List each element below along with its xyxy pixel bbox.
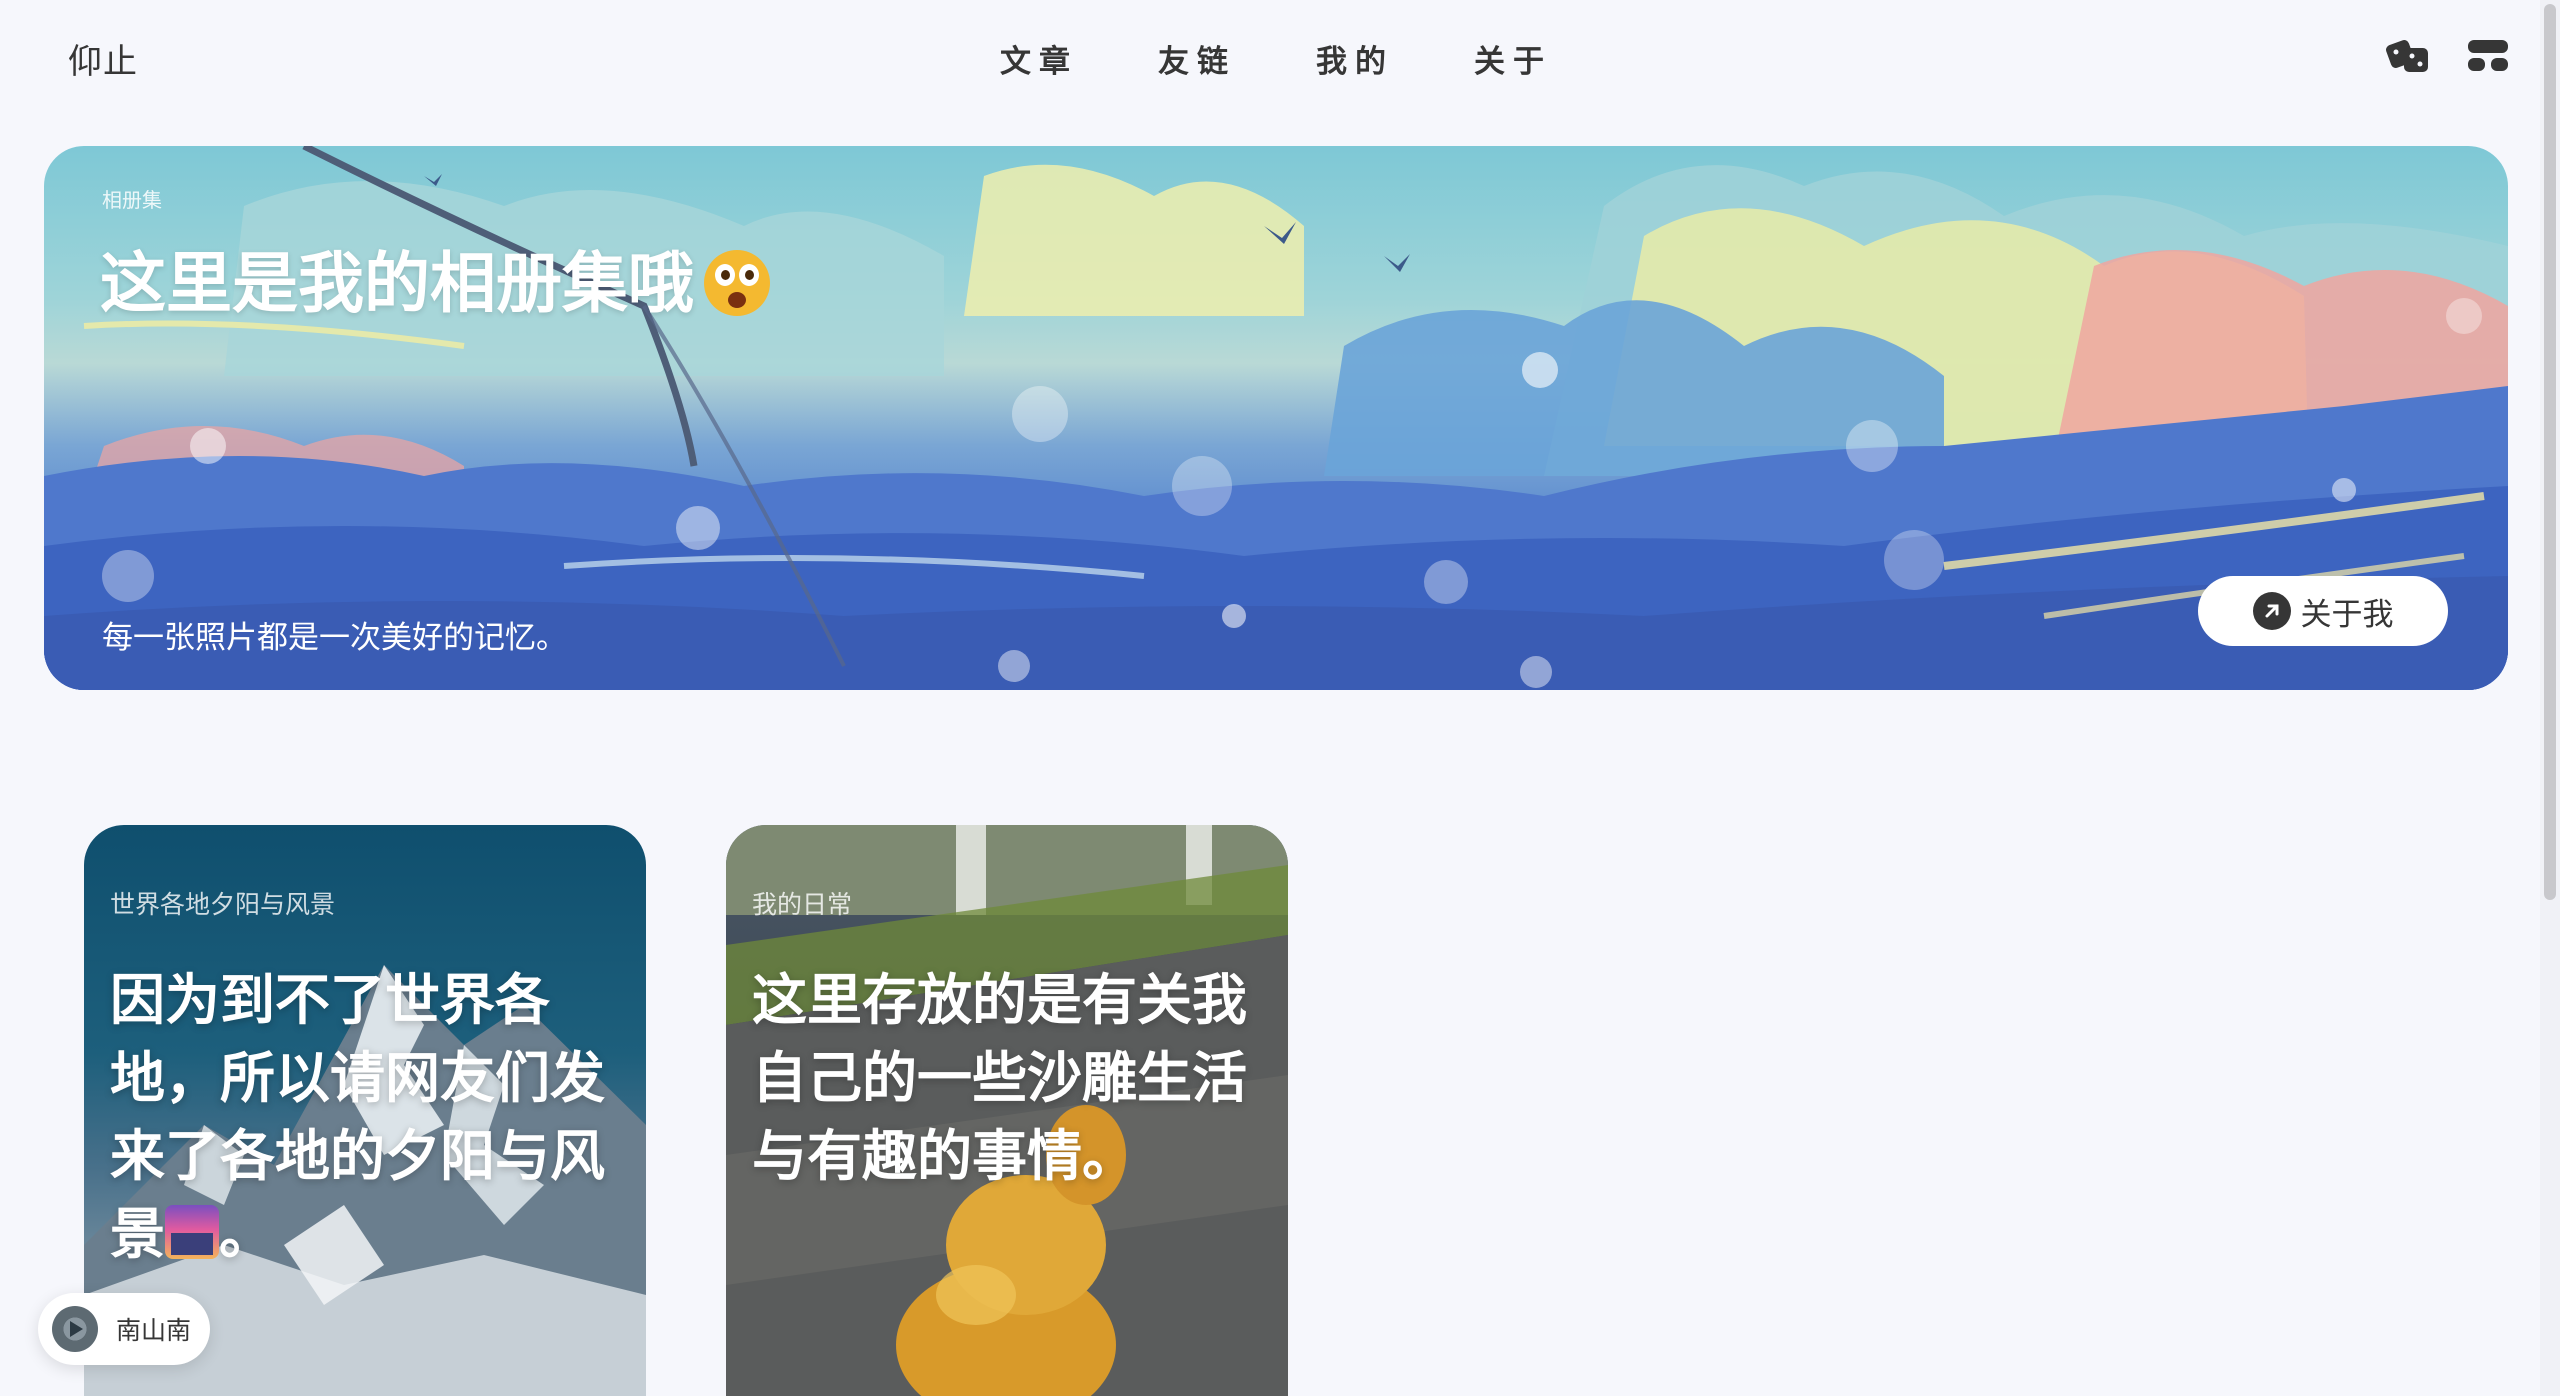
song-title: 南山南 [116, 1316, 192, 1345]
album-kicker: 我的日常 [752, 890, 853, 919]
banner-kicker: 相册集 [102, 188, 162, 212]
main-menu: 文章 友链 我的 关于 [1000, 36, 1632, 81]
music-player[interactable]: 南山南 [38, 1293, 210, 1365]
banner-title-text: 这里是我的相册集哦 [100, 245, 694, 322]
arrow-up-right-icon [2252, 592, 2291, 630]
site-title[interactable]: 仰止 [68, 34, 138, 83]
album-description: 这里存放的是有关我自己的一些沙雕生活与有趣的事情。 [752, 968, 1248, 1188]
menu-item-about[interactable]: 关于 [1474, 36, 1632, 81]
banner-illustration [44, 146, 2508, 690]
play-icon[interactable] [52, 1306, 98, 1352]
dice-icon[interactable] [2386, 36, 2432, 76]
about-me-button[interactable]: 关于我 [2198, 576, 2448, 646]
banner-title: 这里是我的相册集哦 [100, 230, 770, 326]
astonished-face-icon [704, 250, 770, 316]
top-navbar: 仰止 文章 友链 我的 关于 [0, 0, 2540, 115]
album-description: 因为到不了世界各地，所以请网友们发来了各地的夕阳与风景。 [110, 961, 620, 1273]
banner-description: 每一张照片都是一次美好的记忆。 [102, 620, 567, 656]
album-card-daily[interactable]: 我的日常 这里存放的是有关我自己的一些沙雕生活与有趣的事情。 [726, 825, 1288, 1396]
scrollbar-track[interactable] [2540, 0, 2560, 1396]
menu-item-links[interactable]: 友链 [1158, 36, 1316, 81]
album-banner: 相册集 这里是我的相册集哦 每一张照片都是一次美好的记忆。 关于我 [44, 146, 2508, 690]
city-sunset-icon [165, 1205, 220, 1259]
menu-item-mine[interactable]: 我的 [1316, 36, 1474, 81]
about-me-label: 关于我 [2300, 596, 2394, 633]
album-description-suffix: 。 [219, 1202, 275, 1266]
scrollbar-thumb[interactable] [2544, 4, 2556, 900]
album-kicker: 世界各地夕阳与风景 [110, 890, 336, 919]
menu-grid-icon[interactable] [2465, 36, 2511, 76]
menu-item-articles[interactable]: 文章 [1000, 36, 1158, 81]
